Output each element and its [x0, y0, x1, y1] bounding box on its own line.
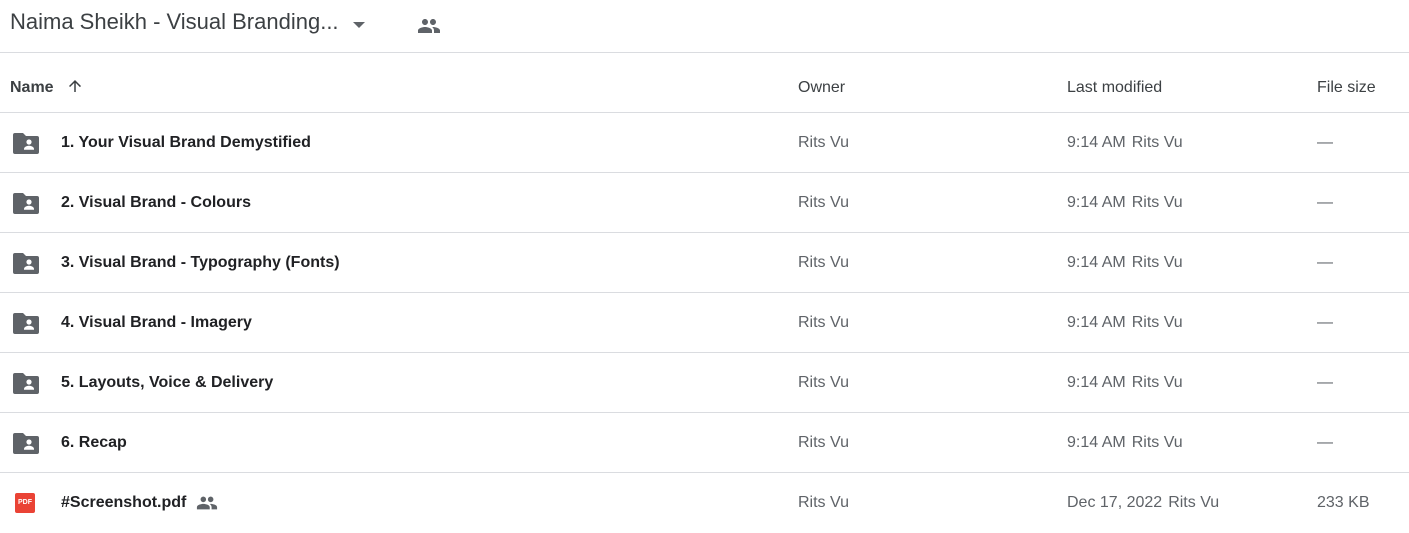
folder-shared-icon	[13, 293, 39, 353]
folder-shared-icon	[13, 113, 39, 173]
file-last-modified: 9:14 AM Rits Vu	[1067, 113, 1183, 173]
file-owner: Rits Vu	[798, 494, 849, 511]
table-row[interactable]: 5. Layouts, Voice & Delivery Rits Vu 9:1…	[0, 353, 1409, 413]
table-row[interactable]: 4. Visual Brand - Imagery Rits Vu 9:14 A…	[0, 293, 1409, 353]
column-header-name-label: Name	[10, 79, 54, 96]
file-owner: Rits Vu	[798, 434, 849, 451]
modified-time: 9:14 AM	[1067, 194, 1126, 211]
modified-by: Rits Vu	[1131, 374, 1183, 391]
top-bar: Naima Sheikh - Visual Branding...	[0, 0, 1409, 53]
modified-by: Rits Vu	[1131, 434, 1183, 451]
pdf-badge: PDF	[15, 493, 35, 513]
modified-time: 9:14 AM	[1067, 374, 1126, 391]
file-name: 3. Visual Brand - Typography (Fonts)	[61, 254, 340, 271]
file-owner: Rits Vu	[798, 254, 849, 271]
file-size: —	[1317, 374, 1333, 391]
file-size: —	[1317, 434, 1333, 451]
people-icon[interactable]	[417, 14, 441, 43]
file-last-modified: Dec 17, 2022 Rits Vu	[1067, 473, 1219, 533]
file-name: 4. Visual Brand - Imagery	[61, 314, 252, 331]
table-row[interactable]: 2. Visual Brand - Colours Rits Vu 9:14 A…	[0, 173, 1409, 233]
file-size: —	[1317, 254, 1333, 271]
table-row[interactable]: PDF #Screenshot.pdf Rits Vu Dec 17, 2022…	[0, 473, 1409, 533]
file-size: —	[1317, 194, 1333, 211]
modified-time: 9:14 AM	[1067, 254, 1126, 271]
column-header-owner[interactable]: Owner	[798, 53, 845, 113]
file-name: 5. Layouts, Voice & Delivery	[61, 374, 274, 391]
modified-time: 9:14 AM	[1067, 434, 1126, 451]
modified-by: Rits Vu	[1131, 254, 1183, 271]
file-name: 6. Recap	[61, 434, 127, 451]
file-owner: Rits Vu	[798, 134, 849, 151]
table-row[interactable]: 1. Your Visual Brand Demystified Rits Vu…	[0, 113, 1409, 173]
file-owner: Rits Vu	[798, 314, 849, 331]
file-last-modified: 9:14 AM Rits Vu	[1067, 353, 1183, 413]
modified-time: Dec 17, 2022	[1067, 494, 1163, 511]
modified-by: Rits Vu	[1131, 134, 1183, 151]
file-last-modified: 9:14 AM Rits Vu	[1067, 413, 1183, 473]
column-header-row: Name Owner Last modified File size	[0, 53, 1409, 113]
file-name: 2. Visual Brand - Colours	[61, 194, 251, 211]
pdf-icon: PDF	[13, 473, 35, 533]
modified-by: Rits Vu	[1131, 194, 1183, 211]
column-header-name[interactable]: Name	[10, 53, 84, 113]
modified-by: Rits Vu	[1131, 314, 1183, 331]
modified-time: 9:14 AM	[1067, 134, 1126, 151]
modified-by: Rits Vu	[1168, 494, 1220, 511]
file-name-cell: #Screenshot.pdf	[61, 473, 218, 533]
file-owner: Rits Vu	[798, 194, 849, 211]
arrow-up-icon[interactable]	[66, 77, 84, 100]
file-name: #Screenshot.pdf	[61, 494, 187, 511]
file-size: —	[1317, 134, 1333, 151]
folder-shared-icon	[13, 413, 39, 473]
file-size: 233 KB	[1317, 494, 1370, 511]
file-name: 1. Your Visual Brand Demystified	[61, 134, 311, 151]
file-owner: Rits Vu	[798, 374, 849, 391]
file-list: 1. Your Visual Brand Demystified Rits Vu…	[0, 113, 1409, 533]
folder-shared-icon	[13, 353, 39, 413]
file-last-modified: 9:14 AM Rits Vu	[1067, 293, 1183, 353]
table-row[interactable]: 6. Recap Rits Vu 9:14 AM Rits Vu —	[0, 413, 1409, 473]
folder-title[interactable]: Naima Sheikh - Visual Branding...	[10, 8, 339, 36]
column-header-last-modified[interactable]: Last modified	[1067, 53, 1162, 113]
folder-shared-icon	[13, 233, 39, 293]
folder-shared-icon	[13, 173, 39, 233]
file-last-modified: 9:14 AM Rits Vu	[1067, 173, 1183, 233]
people-icon	[196, 492, 218, 514]
column-header-file-size[interactable]: File size	[1317, 53, 1376, 113]
arrow-drop-down-icon[interactable]	[350, 17, 368, 35]
modified-time: 9:14 AM	[1067, 314, 1126, 331]
file-last-modified: 9:14 AM Rits Vu	[1067, 233, 1183, 293]
table-row[interactable]: 3. Visual Brand - Typography (Fonts) Rit…	[0, 233, 1409, 293]
file-size: —	[1317, 314, 1333, 331]
